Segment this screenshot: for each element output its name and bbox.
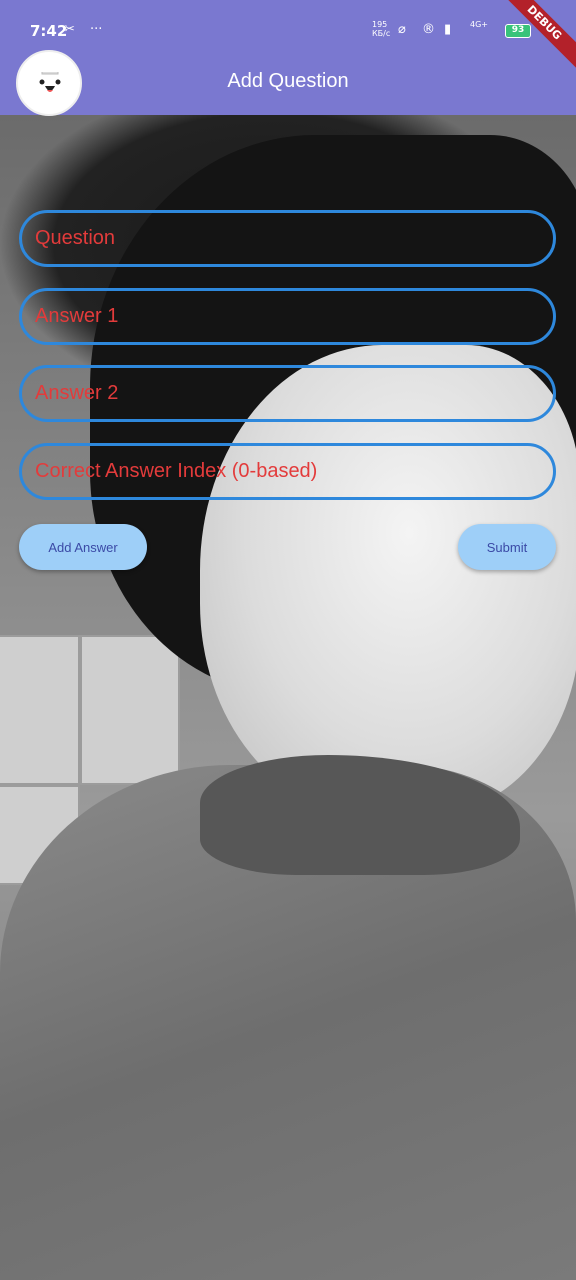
status-time: 7:42 xyxy=(30,22,68,40)
net-speed: 195 КБ/с xyxy=(372,20,391,38)
question-input[interactable]: Question xyxy=(19,210,556,267)
registered-icon: ® xyxy=(422,22,435,37)
add-answer-button[interactable]: Add Answer xyxy=(19,524,147,570)
answer-1-placeholder: Answer 1 xyxy=(35,305,119,327)
page-title: Add Question xyxy=(227,70,349,92)
status-bar: 7:42 ✂ ··· 195 КБ/с ⌀ ® ▮ 4G+ 93 xyxy=(0,0,576,60)
signal-4g-icon: 4G+ xyxy=(470,20,488,29)
answer-1-input[interactable]: Answer 1 xyxy=(19,288,556,345)
correct-answer-index-placeholder: Correct Answer Index (0-based) xyxy=(35,460,318,482)
signal-icon: ▮ xyxy=(444,22,452,37)
submit-button[interactable]: Submit xyxy=(458,524,556,570)
answer-2-input[interactable]: Answer 2 xyxy=(19,365,556,422)
notification-icon: ✂ xyxy=(64,22,75,37)
app-bar: 7:42 ✂ ··· 195 КБ/с ⌀ ® ▮ 4G+ 93 Add Ques… xyxy=(0,0,576,116)
battery-icon: 93 xyxy=(505,24,531,38)
answer-2-placeholder: Answer 2 xyxy=(35,382,119,404)
more-icon: ··· xyxy=(90,22,103,37)
vpn-off-icon: ⌀ xyxy=(398,22,406,37)
question-placeholder: Question xyxy=(35,227,116,249)
correct-answer-index-input[interactable]: Correct Answer Index (0-based) xyxy=(19,443,556,500)
